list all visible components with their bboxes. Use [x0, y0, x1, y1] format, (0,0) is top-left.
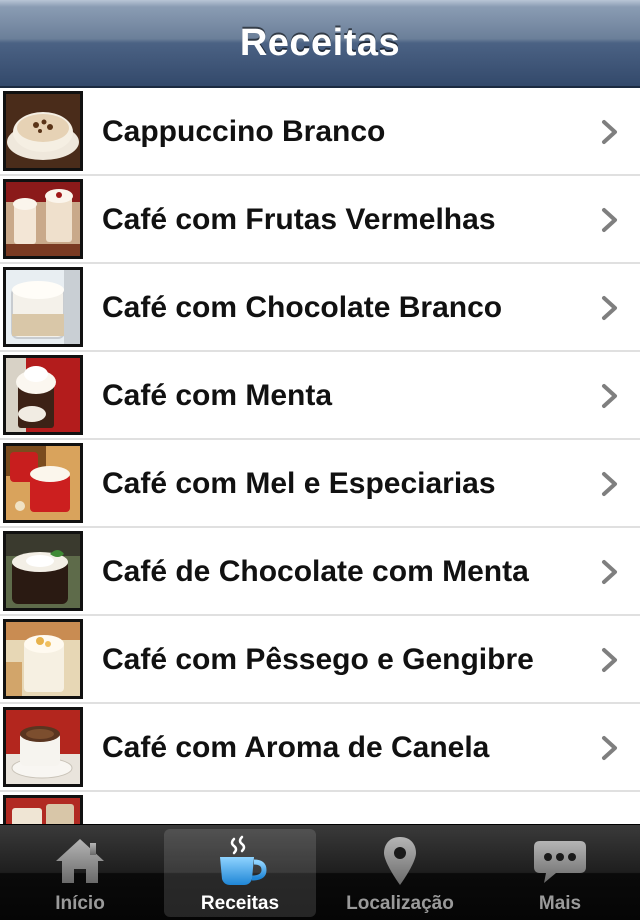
recipe-row-pessego-gengibre[interactable]: Café com Pêssego e Gengibre	[0, 616, 640, 704]
recipe-thumbnail	[3, 707, 83, 787]
recipe-thumbnail	[3, 531, 83, 611]
recipe-thumbnail	[3, 355, 83, 435]
chevron-right-icon	[602, 560, 617, 584]
recipe-title: Cappuccino Branco	[102, 115, 386, 148]
recipe-row-frutas-vermelhas[interactable]: Café com Frutas Vermelhas	[0, 176, 640, 264]
recipe-title: Café com Pêssego e Gengibre	[102, 643, 534, 676]
tab-bar: Início Receitas Localização Mais	[0, 824, 640, 920]
recipe-title: Café de Chocolate com Menta	[102, 555, 529, 588]
recipe-row-aroma-canela[interactable]: Café com Aroma de Canela	[0, 704, 640, 792]
recipe-row-menta[interactable]: Café com Menta	[0, 352, 640, 440]
tab-inicio[interactable]: Início	[0, 825, 160, 920]
tab-label: Mais	[538, 893, 582, 914]
chevron-right-icon	[602, 384, 617, 408]
recipe-thumbnail	[3, 179, 83, 259]
recipe-title: Café com Chocolate Branco	[102, 291, 503, 324]
recipe-row-chocolate-branco[interactable]: Café com Chocolate Branco	[0, 264, 640, 352]
recipe-row-mel-especiarias[interactable]: Café com Mel e Especiarias	[0, 440, 640, 528]
recipe-thumbnail	[3, 443, 83, 523]
tab-localizacao[interactable]: Localização	[320, 825, 480, 920]
navigation-bar: Receitas	[0, 0, 640, 88]
tab-label: Localização	[346, 893, 454, 914]
recipe-title: Café com Menta	[102, 379, 333, 412]
chat-bubble-icon	[534, 841, 586, 883]
recipe-row-partial[interactable]	[0, 792, 640, 824]
recipe-list[interactable]: Cappuccino Branco Café com Frutas Vermel…	[0, 88, 640, 824]
recipe-thumbnail	[3, 267, 83, 347]
recipe-title: Café com Frutas Vermelhas	[102, 203, 496, 236]
recipe-row-cappuccino-branco[interactable]: Cappuccino Branco	[0, 88, 640, 176]
tab-label: Receitas	[200, 893, 280, 914]
chevron-right-icon	[602, 208, 617, 232]
chevron-right-icon	[602, 648, 617, 672]
tab-label: Início	[55, 893, 105, 914]
recipe-thumbnail	[3, 91, 83, 171]
recipe-thumbnail	[3, 795, 83, 824]
tab-receitas[interactable]: Receitas	[160, 825, 320, 920]
chevron-right-icon	[602, 472, 617, 496]
chevron-right-icon	[602, 120, 617, 144]
map-pin-icon	[384, 837, 416, 885]
chevron-right-icon	[602, 736, 617, 760]
home-icon	[56, 839, 104, 883]
recipe-row-chocolate-menta[interactable]: Café de Chocolate com Menta	[0, 528, 640, 616]
recipe-title: Café com Aroma de Canela	[102, 731, 490, 764]
chevron-right-icon	[602, 296, 617, 320]
tab-mais[interactable]: Mais	[480, 825, 640, 920]
page-title: Receitas	[239, 21, 401, 64]
recipe-thumbnail	[3, 619, 83, 699]
recipes-screen: Receitas Cappuccino Branco Café com Frut…	[0, 0, 640, 920]
coffee-cup-icon	[220, 835, 267, 885]
recipe-title: Café com Mel e Especiarias	[102, 467, 496, 500]
